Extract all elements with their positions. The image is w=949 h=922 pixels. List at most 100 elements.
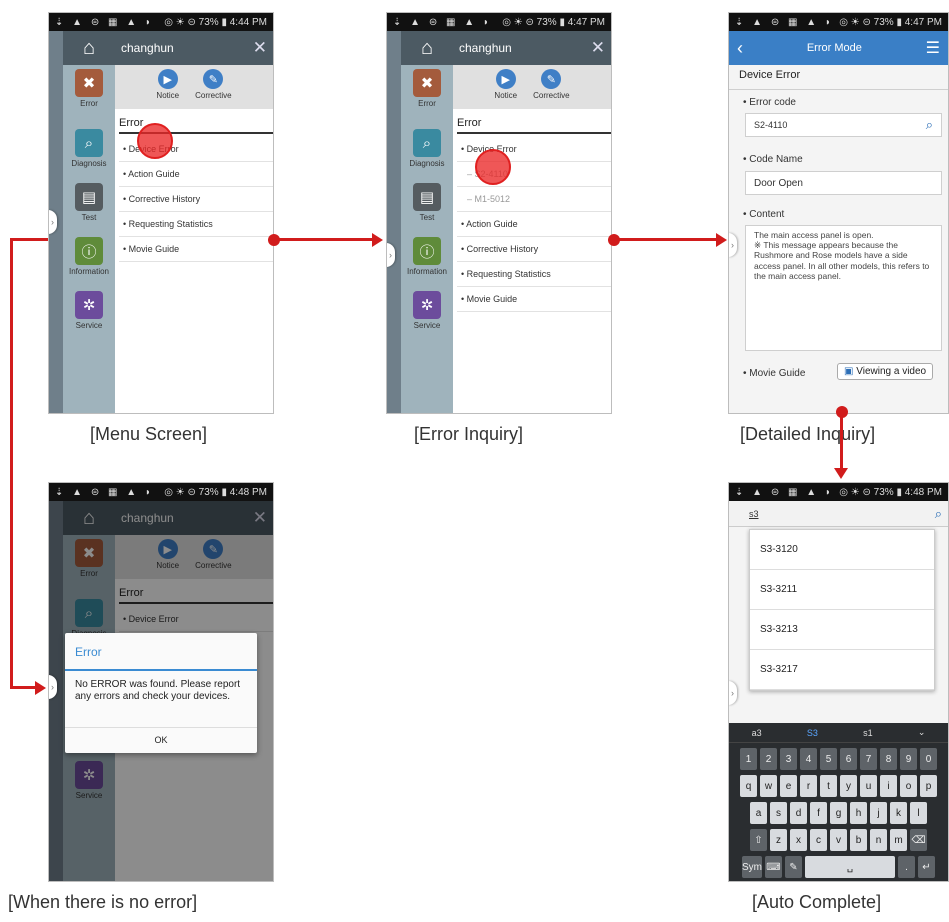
key[interactable]: x [790, 829, 807, 851]
menu-item-corrective-history[interactable]: • Corrective History [457, 237, 611, 262]
key[interactable]: a [750, 802, 767, 824]
notice-button[interactable]: ▶ Notice [156, 69, 179, 109]
sym-key[interactable]: Sym [742, 856, 762, 878]
key[interactable]: 2 [760, 748, 777, 770]
corrective-button[interactable]: ✎ Corrective [195, 69, 232, 109]
side-tab-handle[interactable]: › [729, 681, 737, 705]
period-key[interactable]: . [898, 856, 915, 878]
suggestion-item[interactable]: S3-3120 [750, 530, 934, 570]
prediction-item[interactable]: S3 [807, 728, 818, 738]
home-button[interactable]: ⌂ [63, 31, 115, 65]
key[interactable]: 0 [920, 748, 937, 770]
error-dialog: Error No ERROR was found. Please report … [65, 633, 257, 753]
key[interactable]: g [830, 802, 847, 824]
key[interactable]: c [810, 829, 827, 851]
key[interactable]: 8 [880, 748, 897, 770]
home-icon: ⌂ [82, 36, 96, 59]
caption-no-error: [When there is no error] [8, 892, 198, 912]
error-code-search[interactable]: s3 ⌕ [729, 501, 948, 527]
nav-item-diagnosis[interactable]: ⌕ Diagnosis [401, 129, 453, 168]
key[interactable]: b [850, 829, 867, 851]
menu-item-corrective-history[interactable]: • Corrective History [119, 187, 273, 212]
close-icon[interactable]: ✕ [591, 38, 605, 58]
backspace-key[interactable]: ⌫ [910, 829, 927, 851]
enter-key[interactable]: ↵ [918, 856, 935, 878]
suggestion-item[interactable]: S3-3213 [750, 610, 934, 650]
key[interactable]: h [850, 802, 867, 824]
nav-item-test[interactable]: ▤ Test [63, 183, 115, 222]
key[interactable]: e [780, 775, 797, 797]
key[interactable]: r [800, 775, 817, 797]
menu-item-requesting-statistics[interactable]: • Requesting Statistics [119, 212, 273, 237]
nav-item-error[interactable]: ✖ Error [63, 69, 115, 108]
key[interactable]: w [760, 775, 777, 797]
error-code-field[interactable]: S2-4110 ⌕ [745, 113, 942, 137]
letter-row-3: ⇧ z x c v b n m ⌫ [729, 829, 948, 851]
menu-item-action-guide[interactable]: • Action Guide [457, 212, 611, 237]
key[interactable]: d [790, 802, 807, 824]
error-icon: ✖ [75, 69, 103, 97]
search-icon[interactable]: ⌕ [935, 506, 942, 522]
key[interactable]: z [770, 829, 787, 851]
nav-item-error[interactable]: ✖ Error [401, 69, 453, 108]
key[interactable]: 1 [740, 748, 757, 770]
key[interactable]: k [890, 802, 907, 824]
suggestion-item[interactable]: S3-3211 [750, 570, 934, 610]
handwriting-key[interactable]: ✎ [785, 856, 802, 878]
nav-item-diagnosis[interactable]: ⌕ Diagnosis [63, 129, 115, 168]
space-key[interactable]: ␣ [805, 856, 895, 878]
search-icon[interactable]: ⌕ [926, 117, 933, 133]
chevron-down-icon[interactable]: ⌄ [918, 727, 926, 738]
language-key[interactable]: ⌨ [765, 856, 782, 878]
menu-item-action-guide[interactable]: • Action Guide [119, 162, 273, 187]
touch-indicator [475, 149, 511, 185]
status-time: ◎ ☀ ⊝ 73% ▮ 4:48 PM [839, 486, 942, 498]
hamburger-menu-icon[interactable]: ☰ [926, 38, 940, 58]
key[interactable]: 5 [820, 748, 837, 770]
side-tab-handle[interactable]: › [729, 233, 737, 257]
error-code-item[interactable]: – M1-5012 [457, 187, 611, 212]
key[interactable]: q [740, 775, 757, 797]
test-icon: ▤ [75, 183, 103, 211]
notice-button[interactable]: ▶ Notice [494, 69, 517, 109]
corrective-button[interactable]: ✎ Corrective [533, 69, 570, 109]
view-video-button[interactable]: ▣ Viewing a video [837, 363, 934, 380]
shift-key[interactable]: ⇧ [750, 829, 767, 851]
key[interactable]: o [900, 775, 917, 797]
prediction-item[interactable]: s1 [863, 728, 873, 738]
nav-item-service[interactable]: ✲ Service [63, 291, 115, 330]
key[interactable]: y [840, 775, 857, 797]
key[interactable]: l [910, 802, 927, 824]
home-button[interactable]: ⌂ [401, 31, 453, 65]
key[interactable]: 9 [900, 748, 917, 770]
nav-item-information[interactable]: ⓘ Information [401, 237, 453, 276]
nav-item-service[interactable]: ✲ Service [401, 291, 453, 330]
key[interactable]: n [870, 829, 887, 851]
key[interactable]: t [820, 775, 837, 797]
key[interactable]: j [870, 802, 887, 824]
key[interactable]: 4 [800, 748, 817, 770]
suggestion-item[interactable]: S3-3217 [750, 650, 934, 690]
menu-item-movie-guide[interactable]: • Movie Guide [119, 237, 273, 262]
nav-item-test[interactable]: ▤ Test [401, 183, 453, 222]
key[interactable]: u [860, 775, 877, 797]
key[interactable]: 6 [840, 748, 857, 770]
nav-item-information[interactable]: ⓘ Information [63, 237, 115, 276]
menu-item-requesting-statistics[interactable]: • Requesting Statistics [457, 262, 611, 287]
arrow-line [274, 238, 374, 241]
key[interactable]: 3 [780, 748, 797, 770]
back-icon[interactable]: ‹ [737, 38, 743, 59]
key[interactable]: v [830, 829, 847, 851]
key[interactable]: m [890, 829, 907, 851]
key[interactable]: 7 [860, 748, 877, 770]
status-icons: ⇣ ▲ ⊜ ▦ ▲ ◗ [735, 16, 834, 28]
ok-button[interactable]: OK [65, 727, 257, 751]
key[interactable]: s [770, 802, 787, 824]
prediction-item[interactable]: a3 [752, 728, 762, 738]
key[interactable]: i [880, 775, 897, 797]
menu-item-movie-guide[interactable]: • Movie Guide [457, 287, 611, 312]
key[interactable]: p [920, 775, 937, 797]
status-icons: ⇣ ▲ ⊜ ▦ ▲ ◗ [735, 486, 834, 498]
close-icon[interactable]: ✕ [253, 38, 267, 58]
key[interactable]: f [810, 802, 827, 824]
